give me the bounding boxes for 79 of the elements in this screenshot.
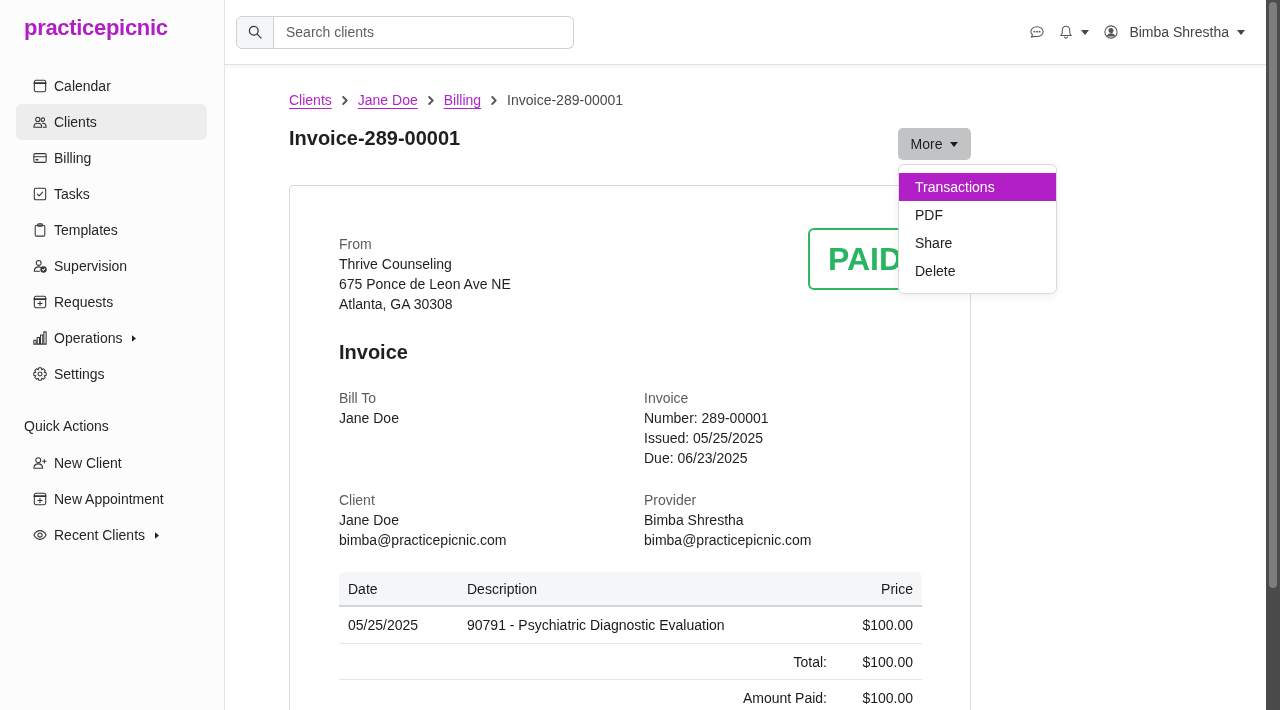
sidebar-item[interactable]: Settings bbox=[16, 356, 207, 392]
menu-item[interactable]: PDF bbox=[899, 201, 1056, 229]
detail-text: Thrive Counseling bbox=[339, 255, 453, 274]
page-title: Invoice-289-00001 bbox=[289, 126, 461, 150]
table-cell: $100.00 bbox=[836, 607, 922, 644]
sidebar-item[interactable]: New Client bbox=[16, 445, 207, 481]
column-header: Description bbox=[458, 572, 836, 607]
sidebar-item[interactable]: Requests bbox=[16, 284, 207, 320]
person-plus-icon bbox=[33, 456, 47, 470]
caret-icon bbox=[1237, 29, 1245, 35]
detail-text: Number: 289-00001 bbox=[644, 409, 770, 428]
bell-icon bbox=[1059, 25, 1074, 39]
checkbox-icon bbox=[33, 187, 47, 201]
sidebar-item[interactable]: Supervision bbox=[16, 248, 207, 284]
menu-item[interactable]: Share bbox=[899, 229, 1056, 257]
invoice-heading: Invoice bbox=[339, 340, 409, 365]
caret-icon bbox=[1081, 29, 1090, 35]
sidebar-item[interactable]: Templates bbox=[16, 212, 207, 248]
people-icon bbox=[33, 115, 47, 129]
menu-item[interactable]: Delete bbox=[899, 257, 1056, 285]
breadcrumb-link[interactable]: Jane Doe bbox=[357, 90, 418, 110]
chevron-right-icon bbox=[427, 95, 434, 105]
column-header: Price bbox=[836, 572, 922, 607]
summary-label: Amount Paid: bbox=[339, 680, 836, 710]
breadcrumb-current: Invoice-289-00001 bbox=[507, 91, 624, 110]
section-label: Bill To bbox=[339, 389, 378, 408]
summary-value: $100.00 bbox=[836, 680, 922, 710]
summary-label: Total: bbox=[339, 644, 836, 680]
sidebar-item[interactable]: New Appointment bbox=[16, 481, 207, 517]
search-icon bbox=[236, 15, 274, 49]
table-cell: 05/25/2025 bbox=[339, 607, 458, 644]
detail-text: bimba@practicepicnic.com bbox=[339, 531, 508, 550]
more-button[interactable]: More bbox=[898, 128, 971, 160]
section-label: Invoice bbox=[644, 389, 690, 408]
detail-text: Jane Doe bbox=[339, 409, 400, 428]
section-heading: Quick Actions bbox=[24, 417, 109, 436]
chevron-right-icon bbox=[341, 95, 348, 105]
sidebar-item[interactable]: Clients bbox=[16, 104, 207, 140]
detail-text: Jane Doe bbox=[339, 511, 400, 530]
notifications-button[interactable] bbox=[1059, 25, 1090, 39]
sidebar-item[interactable]: Recent Clients bbox=[16, 517, 207, 553]
caret-icon bbox=[950, 141, 959, 147]
credit-card-icon bbox=[33, 151, 47, 165]
caret-icon bbox=[132, 334, 137, 342]
breadcrumb-link[interactable]: Clients bbox=[289, 90, 332, 110]
section-label: Client bbox=[339, 491, 376, 510]
detail-text: Issued: 05/25/2025 bbox=[644, 429, 765, 448]
summary-value: $100.00 bbox=[836, 644, 922, 680]
calendar-icon bbox=[33, 79, 47, 93]
calendar-plus-icon bbox=[33, 295, 47, 309]
eye-icon bbox=[33, 528, 47, 542]
detail-text: Bimba Shrestha bbox=[644, 511, 745, 530]
detail-text: Atlanta, GA 30308 bbox=[339, 295, 454, 314]
scrollbar[interactable] bbox=[1266, 0, 1280, 710]
user-icon bbox=[1104, 25, 1119, 39]
column-header: Date bbox=[339, 572, 458, 607]
menu-item[interactable]: Transactions bbox=[899, 173, 1056, 201]
detail-text: Due: 06/23/2025 bbox=[644, 449, 749, 468]
logo[interactable]: practicepicnic bbox=[24, 13, 168, 43]
bar-chart-icon bbox=[33, 331, 47, 345]
calendar-plus-icon bbox=[33, 492, 47, 506]
table-cell: 90791 - Psychiatric Diagnostic Evaluation bbox=[458, 607, 836, 644]
clipboard-icon bbox=[33, 223, 47, 237]
person-check-icon bbox=[33, 259, 47, 273]
section-label: From bbox=[339, 235, 373, 254]
detail-text: bimba@practicepicnic.com bbox=[644, 531, 813, 550]
search-field[interactable]: Search clients bbox=[274, 15, 574, 49]
chat-icon[interactable] bbox=[1030, 25, 1045, 39]
sidebar-item[interactable]: Operations bbox=[16, 320, 207, 356]
section-label: Provider bbox=[644, 491, 698, 510]
breadcrumb-link[interactable]: Billing bbox=[443, 90, 482, 110]
sidebar-item[interactable]: Tasks bbox=[16, 176, 207, 212]
sidebar-item[interactable]: Calendar bbox=[16, 68, 207, 104]
settings-icon bbox=[33, 367, 47, 381]
detail-text: 675 Ponce de Leon Ave NE bbox=[339, 275, 511, 294]
sidebar-item[interactable]: Billing bbox=[16, 140, 207, 176]
chevron-right-icon bbox=[491, 95, 498, 105]
user-menu-button[interactable]: Bimba Shrestha bbox=[1104, 24, 1245, 40]
caret-icon bbox=[155, 531, 160, 539]
